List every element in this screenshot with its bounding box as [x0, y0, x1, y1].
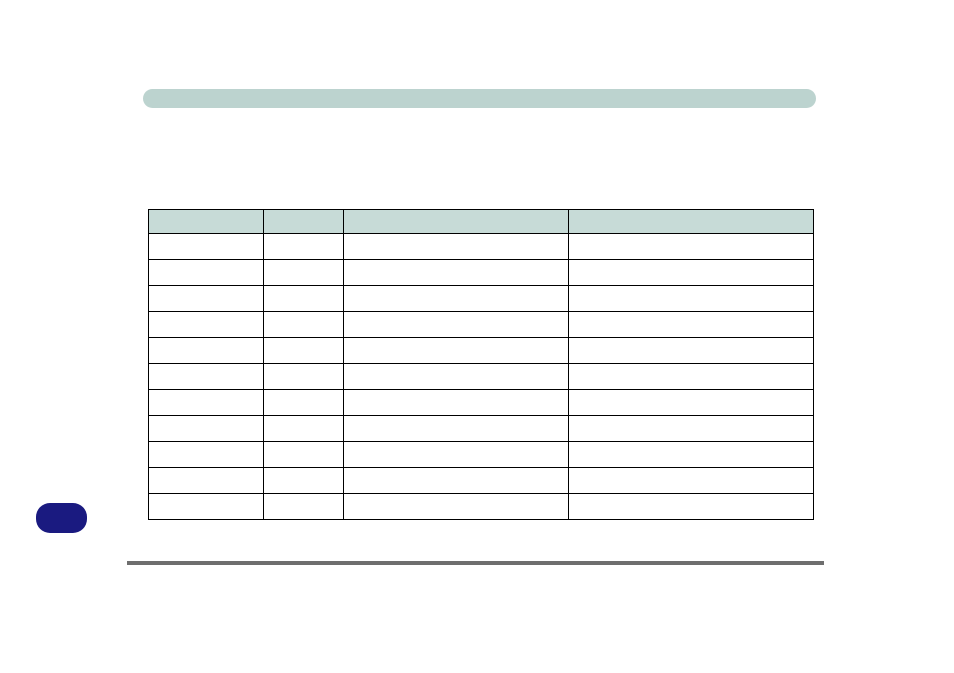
table-cell: [344, 260, 569, 286]
table-header-row: [149, 210, 814, 234]
table-cell: [569, 364, 814, 390]
table-cell: [149, 390, 264, 416]
table-cell: [264, 338, 344, 364]
table-cell: [149, 312, 264, 338]
table-cell: [569, 390, 814, 416]
table-row: [149, 390, 814, 416]
table-header-cell: [149, 210, 264, 234]
page-number-badge: [36, 503, 87, 533]
table-cell: [569, 286, 814, 312]
table-row: [149, 260, 814, 286]
table-cell: [569, 312, 814, 338]
table-row: [149, 442, 814, 468]
table-cell: [344, 494, 569, 520]
table-cell: [569, 494, 814, 520]
table-row: [149, 338, 814, 364]
table-cell: [344, 338, 569, 364]
table-cell: [149, 468, 264, 494]
table-cell: [149, 234, 264, 260]
table-row: [149, 364, 814, 390]
table-cell: [344, 390, 569, 416]
table-cell: [264, 234, 344, 260]
table-row: [149, 234, 814, 260]
table-header-cell: [344, 210, 569, 234]
table-cell: [264, 260, 344, 286]
table-cell: [344, 286, 569, 312]
table-row: [149, 312, 814, 338]
table-cell: [344, 468, 569, 494]
table-cell: [149, 494, 264, 520]
table-cell: [264, 390, 344, 416]
table-cell: [264, 312, 344, 338]
table-cell: [569, 234, 814, 260]
table-cell: [149, 442, 264, 468]
table-cell: [149, 364, 264, 390]
table-body: [149, 234, 814, 520]
table-cell: [149, 416, 264, 442]
table-cell: [569, 260, 814, 286]
table-cell: [264, 286, 344, 312]
table-header-cell: [569, 210, 814, 234]
table-cell: [264, 494, 344, 520]
footer-rule: [127, 561, 824, 565]
table-cell: [569, 338, 814, 364]
table-header-cell: [264, 210, 344, 234]
data-table: [148, 209, 814, 520]
table-cell: [569, 416, 814, 442]
table-row: [149, 286, 814, 312]
data-table-wrap: [148, 209, 813, 520]
table-cell: [264, 442, 344, 468]
table-row: [149, 494, 814, 520]
table-cell: [344, 234, 569, 260]
table-cell: [264, 416, 344, 442]
table-row: [149, 416, 814, 442]
table-cell: [149, 260, 264, 286]
table-cell: [344, 416, 569, 442]
table-cell: [149, 286, 264, 312]
header-bar: [143, 89, 816, 108]
table-cell: [344, 442, 569, 468]
table-cell: [344, 312, 569, 338]
table-cell: [344, 364, 569, 390]
table-cell: [569, 468, 814, 494]
table-cell: [569, 442, 814, 468]
table-row: [149, 468, 814, 494]
table-cell: [264, 364, 344, 390]
table-cell: [264, 468, 344, 494]
table-cell: [149, 338, 264, 364]
